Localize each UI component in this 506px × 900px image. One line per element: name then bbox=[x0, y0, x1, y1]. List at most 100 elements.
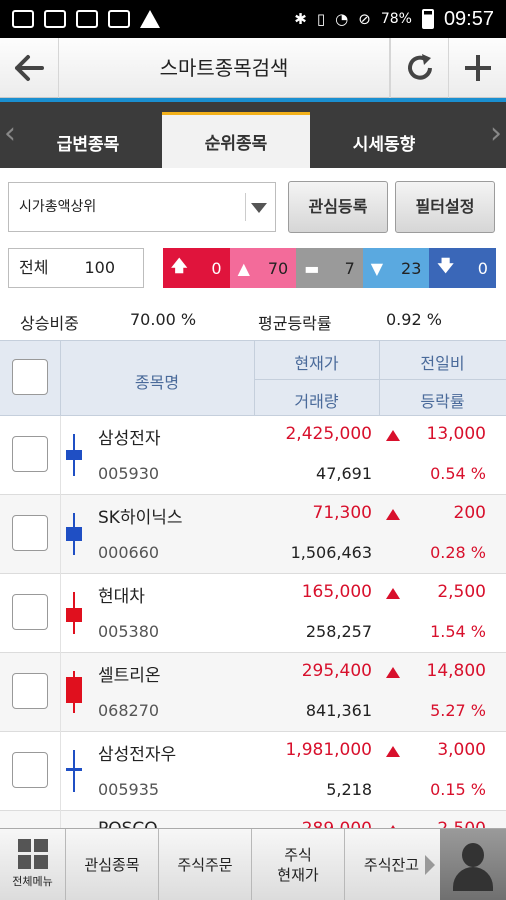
trade-volume: 5,218 bbox=[326, 780, 372, 799]
candle-icon bbox=[66, 592, 82, 634]
change-count-bar: 🡅 0 ▲ 70 ▬ 7 ▼ 23 🡇 0 bbox=[163, 248, 496, 288]
watch-register-button[interactable]: 관심등록 bbox=[288, 181, 388, 233]
column-change-rate: 등락률 bbox=[420, 392, 465, 411]
fall-count: ▼ 23 bbox=[362, 248, 430, 288]
stock-list[interactable]: 삼성전자 005930 2,425,000 47,691 13,000 0.54… bbox=[0, 416, 506, 828]
current-price: 71,300 bbox=[312, 503, 372, 523]
trade-volume: 258,257 bbox=[305, 622, 372, 641]
nav-stock-order[interactable]: 주식주문 bbox=[159, 829, 252, 900]
table-row[interactable]: 삼성전자우 005935 1,981,000 5,218 3,000 0.15 … bbox=[0, 732, 506, 811]
row-checkbox[interactable] bbox=[12, 515, 48, 551]
trade-volume: 1,506,463 bbox=[290, 543, 372, 562]
column-price: 현재가 bbox=[294, 354, 339, 373]
trade-volume: 841,361 bbox=[305, 701, 372, 720]
ranking-type-value: 시가총액상위 bbox=[19, 199, 97, 215]
mail-icon bbox=[108, 10, 130, 28]
no-signal-icon: ⊘ bbox=[358, 10, 371, 28]
bluetooth-icon: ✱ bbox=[294, 10, 307, 28]
all-menu-button[interactable]: 전체메뉴 bbox=[0, 829, 66, 900]
rise-arrow-icon bbox=[386, 746, 400, 757]
rise-count: ▲ 70 bbox=[229, 248, 297, 288]
all-menu-label: 전체메뉴 bbox=[12, 874, 53, 888]
stock-name: 현대차 bbox=[98, 587, 145, 607]
column-prev-change: 전일비 bbox=[420, 354, 465, 373]
change-rate: 5.27 % bbox=[430, 701, 486, 720]
ratio-summary: 상승비중 70.00 % 평균등락률 0.92 % bbox=[0, 300, 506, 338]
plus-icon bbox=[464, 54, 491, 81]
stock-name: 셀트리온 bbox=[98, 666, 161, 686]
stock-code: 000660 bbox=[98, 543, 160, 562]
fall-icon: ▼ bbox=[370, 258, 384, 278]
stock-code: 005930 bbox=[98, 464, 160, 483]
table-row[interactable]: 삼성전자 005930 2,425,000 47,691 13,000 0.54… bbox=[0, 416, 506, 495]
warning-icon bbox=[140, 10, 160, 28]
vibrate-icon: ▯ bbox=[316, 10, 326, 28]
tab-bar: ‹ 급변종목 순위종목 시세동향 › bbox=[0, 102, 506, 168]
back-button[interactable] bbox=[0, 38, 58, 98]
prev-change: 13,000 bbox=[426, 424, 486, 444]
rise-arrow-icon bbox=[386, 588, 400, 599]
refresh-icon bbox=[407, 53, 432, 80]
current-price: 1,981,000 bbox=[285, 740, 372, 760]
trade-volume: 47,691 bbox=[316, 464, 372, 483]
rise-icon: ▲ bbox=[237, 258, 250, 278]
prev-change: 2,500 bbox=[437, 582, 486, 602]
battery-icon bbox=[421, 9, 434, 29]
row-checkbox[interactable] bbox=[12, 436, 48, 472]
current-price: 2,425,000 bbox=[285, 424, 372, 444]
current-price: 289,000 bbox=[302, 819, 372, 828]
wifi-icon: ◔ bbox=[335, 10, 349, 28]
rise-ratio-value: 70.00 % bbox=[130, 310, 197, 329]
tab-market-trend[interactable]: 시세동향 bbox=[310, 116, 458, 168]
upper-limit-icon: 🡅 bbox=[171, 255, 188, 275]
user-profile-button[interactable] bbox=[440, 829, 506, 900]
table-row[interactable]: SK하이닉스 000660 71,300 1,506,463 200 0.28 … bbox=[0, 495, 506, 574]
tab-next-icon[interactable]: › bbox=[490, 116, 502, 151]
upper-limit-count: 🡅 0 bbox=[163, 248, 230, 288]
page-title: 스마트종목검색 bbox=[58, 37, 390, 98]
table-row[interactable]: 현대차 005380 165,000 258,257 2,500 1.54 % bbox=[0, 574, 506, 653]
refresh-button[interactable] bbox=[390, 37, 448, 98]
prev-change: 3,000 bbox=[437, 740, 486, 760]
row-checkbox[interactable] bbox=[12, 594, 48, 630]
candle-icon bbox=[66, 513, 82, 555]
stock-name: SK하이닉스 bbox=[98, 508, 183, 528]
ranking-type-select[interactable]: 시가총액상위 bbox=[8, 182, 276, 232]
avg-rate-value: 0.92 % bbox=[386, 310, 442, 329]
stock-code: 005380 bbox=[98, 622, 160, 641]
candle-icon bbox=[66, 671, 82, 713]
table-row[interactable]: 셀트리온 068270 295,400 841,361 14,800 5.27 … bbox=[0, 653, 506, 732]
row-checkbox[interactable] bbox=[12, 673, 48, 709]
select-all-checkbox[interactable] bbox=[12, 359, 48, 395]
title-bar: 스마트종목검색 bbox=[0, 37, 506, 98]
column-name: 종목명 bbox=[134, 373, 180, 392]
nav-watchlist[interactable]: 관심종목 bbox=[66, 829, 159, 900]
rise-ratio-label: 상승비중 bbox=[20, 314, 79, 333]
flat-icon: ▬ bbox=[304, 258, 320, 278]
clock: 09:57 bbox=[443, 7, 494, 30]
add-button[interactable] bbox=[448, 37, 506, 98]
nav-more-arrow-icon[interactable] bbox=[425, 829, 439, 900]
stock-name: POSCO bbox=[98, 819, 158, 828]
flat-count: ▬ 7 bbox=[296, 248, 363, 288]
nav-stock-price[interactable]: 주식 현재가 bbox=[252, 829, 345, 900]
lower-limit-count: 🡇 0 bbox=[429, 248, 496, 288]
stock-name: 삼성전자 bbox=[98, 429, 161, 449]
message-icon bbox=[12, 10, 34, 28]
filter-settings-button[interactable]: 필터설정 bbox=[395, 181, 495, 233]
phone-icon bbox=[44, 10, 66, 28]
lower-limit-icon: 🡇 bbox=[437, 255, 454, 275]
user-icon bbox=[462, 843, 484, 867]
table-row[interactable]: POSCO 289,000 2,500 bbox=[0, 811, 506, 828]
change-rate: 0.15 % bbox=[430, 780, 486, 799]
total-count: 100 bbox=[84, 258, 115, 277]
back-arrow-icon bbox=[15, 54, 44, 81]
tab-sudden-change[interactable]: 급변종목 bbox=[14, 116, 162, 168]
chart-icon bbox=[76, 10, 98, 28]
table-header: 종목명 현재가 거래량 전일비 등락률 bbox=[0, 340, 506, 417]
rise-arrow-icon bbox=[386, 667, 400, 678]
avg-rate-label: 평균등락률 bbox=[258, 314, 332, 333]
tab-ranking[interactable]: 순위종목 bbox=[162, 112, 310, 168]
row-checkbox[interactable] bbox=[12, 752, 48, 788]
total-label: 전체 bbox=[19, 258, 49, 277]
